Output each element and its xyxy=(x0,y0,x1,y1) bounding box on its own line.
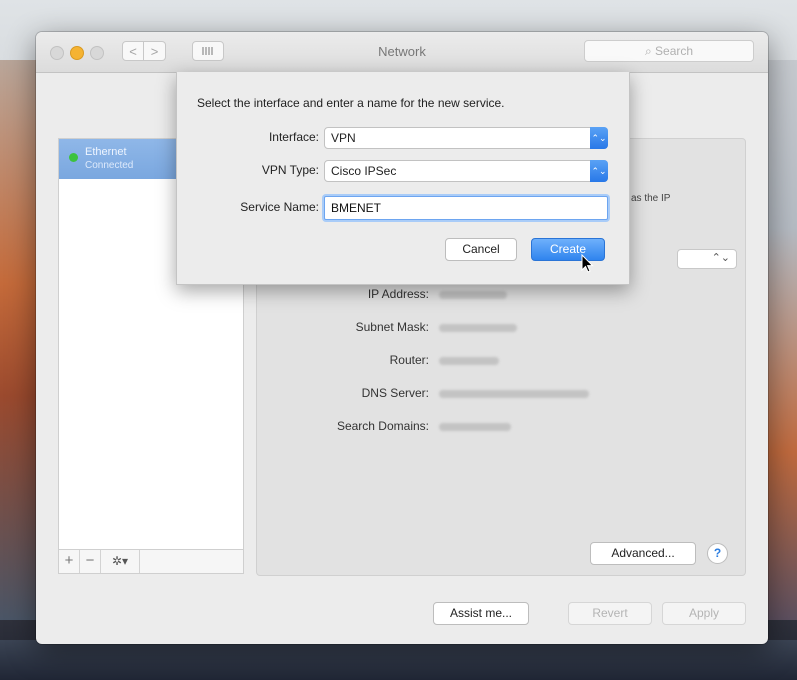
interface-popup[interactable]: VPN ⌃⌄ xyxy=(324,127,608,149)
cancel-button[interactable]: Cancel xyxy=(445,238,517,261)
interface-value: VPN xyxy=(331,131,356,145)
vpn-type-popup[interactable]: Cisco IPSec ⌃⌄ xyxy=(324,160,608,182)
advanced-button[interactable]: Advanced... xyxy=(590,542,696,565)
search-icon: ⌕ xyxy=(644,44,652,58)
vpn-type-label: VPN Type: xyxy=(261,163,319,177)
new-service-sheet: Select the interface and enter a name fo… xyxy=(176,72,630,285)
sheet-message: Select the interface and enter a name fo… xyxy=(197,96,505,110)
ip-address-label: IP Address: xyxy=(367,287,429,301)
status-dot-icon xyxy=(69,153,78,162)
service-list-toolbar: + − ✲▾ xyxy=(58,550,244,574)
service-status: Connected xyxy=(85,160,134,171)
ip-address-value xyxy=(439,291,507,299)
chevron-updown-icon: ⌃⌄ xyxy=(590,160,608,182)
revert-button[interactable]: Revert xyxy=(568,602,652,625)
help-button[interactable]: ? xyxy=(707,543,728,564)
interface-label: Interface: xyxy=(268,130,319,144)
vpn-type-value: Cisco IPSec xyxy=(331,164,397,178)
config-description-text: as the IP xyxy=(631,193,671,204)
chevron-updown-icon: ⌃⌄ xyxy=(590,127,608,149)
service-name-field[interactable]: BMENET xyxy=(324,196,608,220)
apply-button[interactable]: Apply xyxy=(662,602,746,625)
add-service-button[interactable]: + xyxy=(59,550,80,573)
pointer-cursor-icon xyxy=(581,254,594,273)
subnet-mask-value xyxy=(439,324,517,332)
title-bar: < > Network ⌕ Search xyxy=(36,32,768,73)
router-value xyxy=(439,357,499,365)
search-placeholder: Search xyxy=(655,44,694,58)
configure-ipv4-popup[interactable]: ⌃⌄ xyxy=(677,249,737,269)
dns-server-value xyxy=(439,390,589,398)
gear-menu-button[interactable]: ✲▾ xyxy=(101,550,140,573)
service-name-label: Service Name: xyxy=(240,200,319,214)
service-name: Ethernet xyxy=(85,146,127,158)
chevron-updown-icon: ⌃⌄ xyxy=(711,252,730,264)
assist-me-button[interactable]: Assist me... xyxy=(433,602,529,625)
remove-service-button[interactable]: − xyxy=(80,550,101,573)
search-domains-value xyxy=(439,423,511,431)
search-domains-label: Search Domains: xyxy=(336,419,429,433)
dns-server-label: DNS Server: xyxy=(361,386,429,400)
desktop-wallpaper-bottom xyxy=(0,640,797,680)
subnet-mask-label: Subnet Mask: xyxy=(355,320,429,334)
router-label: Router: xyxy=(389,353,429,367)
search-field[interactable]: ⌕ Search xyxy=(584,40,754,62)
